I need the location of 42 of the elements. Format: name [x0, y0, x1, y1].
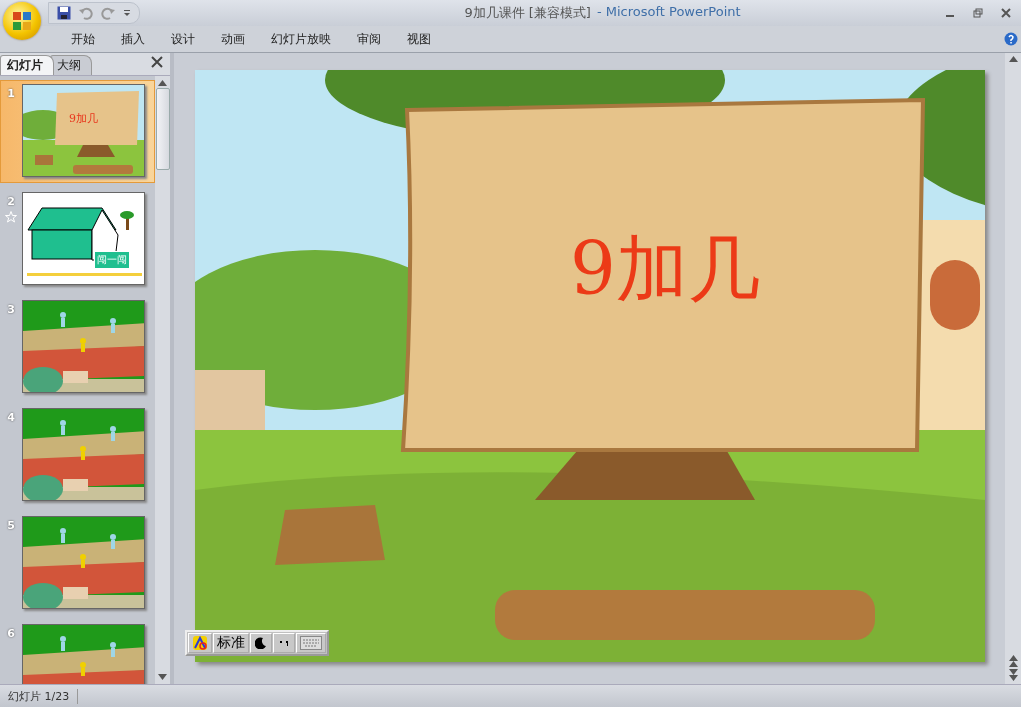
restore-icon[interactable]: [973, 8, 983, 18]
document-title: 9加几课件 [兼容模式]: [464, 4, 591, 22]
slide-number: 1: [7, 87, 15, 100]
customize-caret-icon[interactable]: [123, 9, 131, 17]
slide-title: 9加几: [569, 226, 761, 313]
ribbon-tab[interactable]: 幻灯片放映: [258, 27, 344, 51]
scroll-thumb[interactable]: [155, 88, 170, 170]
half-width-button[interactable]: [250, 633, 272, 653]
punctuation-icon: [278, 638, 290, 648]
scroll-down-icon[interactable]: [158, 674, 167, 680]
slide-number: 6: [7, 627, 15, 640]
scroll-up-icon[interactable]: [1008, 56, 1018, 62]
slide-number: 5: [7, 519, 15, 532]
help-icon[interactable]: [1004, 32, 1018, 46]
close-icon[interactable]: [1001, 8, 1011, 18]
save-icon[interactable]: [57, 6, 71, 20]
ime-logo-button[interactable]: [188, 633, 212, 653]
ribbon-tab[interactable]: 插入: [108, 27, 158, 51]
slide-number: 4: [7, 411, 15, 424]
thumbnail-title: 9加几: [68, 111, 99, 126]
close-panel-button[interactable]: [150, 56, 164, 70]
thumbnail-button-label: 闯一闯: [94, 251, 130, 269]
moon-icon: [255, 637, 267, 649]
ribbon-tab[interactable]: 视图: [394, 27, 444, 51]
ribbon-tab[interactable]: 设计: [158, 27, 208, 51]
keyboard-icon: [300, 636, 322, 650]
ribbon-tab[interactable]: 动画: [208, 27, 258, 51]
app-title: - Microsoft PowerPoint: [596, 4, 741, 21]
panel-tab[interactable]: 大纲: [50, 55, 92, 75]
slide-count: 幻灯片 1/23: [0, 688, 79, 704]
ribbon-tab[interactable]: 开始: [58, 27, 108, 51]
office-button[interactable]: [3, 2, 41, 40]
ribbon-tab[interactable]: 审阅: [344, 27, 394, 51]
scroll-up-icon[interactable]: [158, 80, 167, 86]
slide-number: 2: [7, 195, 15, 208]
ime-logo-icon: [192, 635, 208, 651]
panel-tab[interactable]: 幻灯片: [0, 55, 54, 75]
office-logo-icon: [12, 11, 32, 31]
page-nav-icon[interactable]: [1008, 655, 1018, 681]
slide-number: 3: [7, 303, 15, 316]
punctuation-button[interactable]: [273, 633, 295, 653]
ime-mode-button[interactable]: 标准: [213, 633, 249, 653]
